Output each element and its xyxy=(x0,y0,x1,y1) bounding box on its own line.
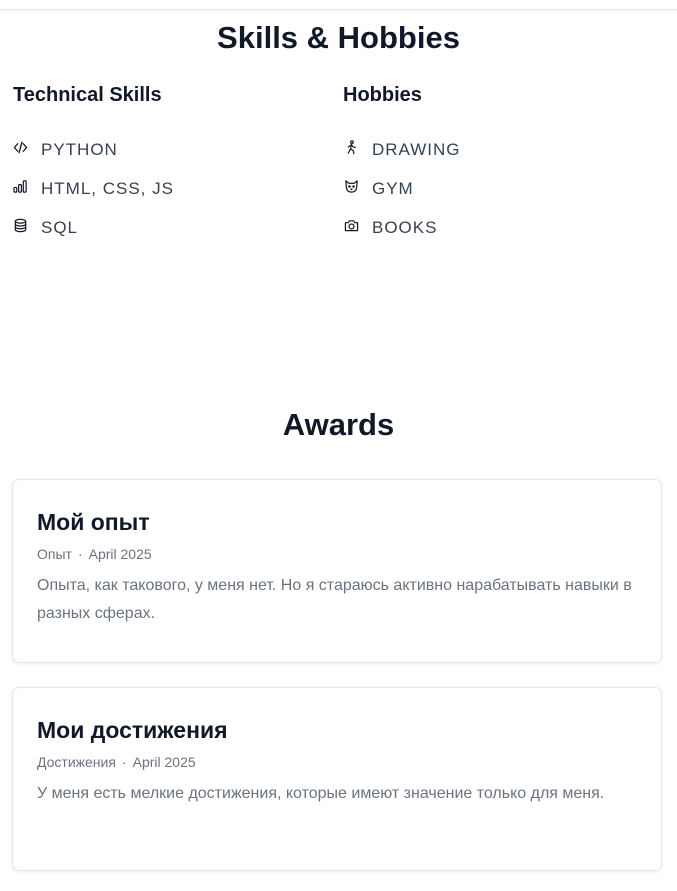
hobby-label: BOOKS xyxy=(372,217,438,237)
meta-separator: · xyxy=(77,546,83,562)
cat-face-icon xyxy=(344,179,359,194)
skills-hobbies-title: Skills & Hobbies xyxy=(217,20,460,55)
hobbies-list: DRAWING GYM BOOKS xyxy=(344,130,461,247)
hobby-item-drawing: DRAWING xyxy=(344,130,461,169)
hobby-label: GYM xyxy=(372,178,414,198)
bar-chart-icon xyxy=(13,179,28,194)
skill-label: PYTHON xyxy=(41,139,118,159)
meta-separator: · xyxy=(121,754,127,770)
database-icon xyxy=(13,218,28,233)
skill-label: HTML, CSS, JS xyxy=(41,178,174,198)
camera-icon xyxy=(344,218,359,233)
skill-item-sql: SQL xyxy=(13,208,174,247)
award-card-title: Мои достижения xyxy=(37,717,228,743)
award-date: April 2025 xyxy=(132,754,196,770)
award-category: Достижения xyxy=(37,754,116,770)
technical-skills-list: PYTHON HTML, CSS, JS SQL xyxy=(13,130,174,247)
skill-item-python: PYTHON xyxy=(13,130,174,169)
skill-label: SQL xyxy=(41,217,79,237)
code-icon xyxy=(13,140,28,155)
award-card-description: У меня есть мелкие достижения, которые и… xyxy=(37,785,605,802)
hobby-label: DRAWING xyxy=(372,139,461,159)
award-card: Мой опыт Опыт · April 2025 Опыта, как тако… xyxy=(12,479,662,663)
award-card-description: Опыта, как такового, у меня нет. Но я ст… xyxy=(37,577,632,622)
technical-skills-title: Technical Skills xyxy=(13,84,162,106)
award-card: Мои достижения Достижения · April 2025 У м… xyxy=(12,687,662,871)
award-card-meta: Достижения · April 2025 xyxy=(37,752,637,772)
award-card-meta: Опыт · April 2025 xyxy=(37,544,637,564)
award-card-title: Мой опыт xyxy=(37,509,150,535)
award-category: Опыт xyxy=(37,546,72,562)
awards-title: Awards xyxy=(282,407,395,442)
hobbies-title: Hobbies xyxy=(343,84,422,106)
walking-person-icon xyxy=(344,140,359,155)
award-date: April 2025 xyxy=(88,546,152,562)
hobby-item-gym: GYM xyxy=(344,169,461,208)
top-bar xyxy=(0,0,677,10)
hobby-item-books: BOOKS xyxy=(344,208,461,247)
skill-item-html-css-js: HTML, CSS, JS xyxy=(13,169,174,208)
